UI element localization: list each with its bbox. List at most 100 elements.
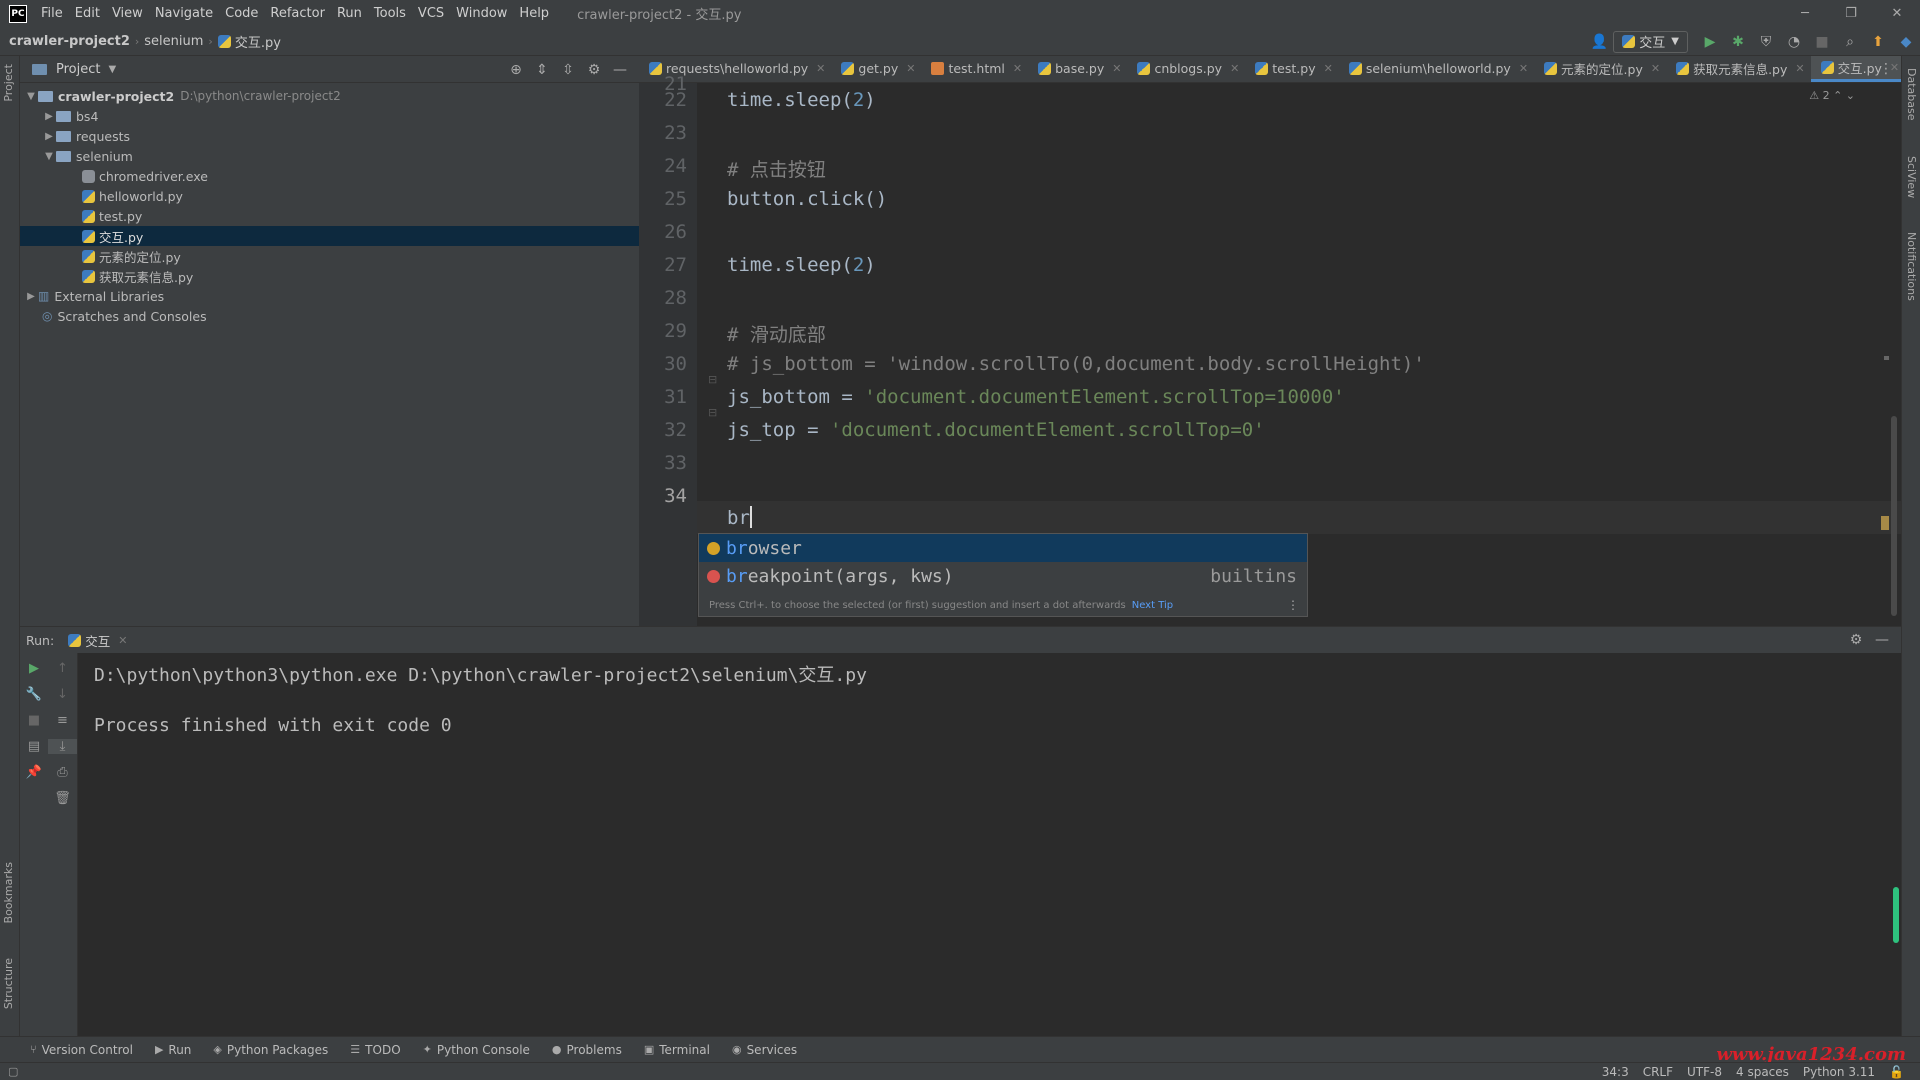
python-console-button[interactable]: ✦ Python Console [423,1043,530,1057]
stop-icon[interactable]: ■ [1810,30,1834,54]
python-packages-button[interactable]: ◈ Python Packages [213,1043,328,1057]
breadcrumb-folder[interactable]: selenium [144,34,203,49]
fold-icon[interactable]: ⊟ [708,406,717,419]
structure-tool-button[interactable]: Structure [2,958,15,1009]
menu-code[interactable]: Code [219,0,264,27]
run-config-selector[interactable]: 交互 ▼ [1613,30,1688,53]
hide-panel-icon[interactable]: — [1869,632,1895,648]
code-line-34[interactable]: br [727,506,752,529]
profile-icon[interactable]: ◔ [1782,30,1806,54]
more-icon[interactable]: ⋮ [1287,598,1299,612]
problems-button[interactable]: ● Problems [552,1043,622,1057]
run-tab[interactable]: 交互 ✕ [68,631,127,650]
more-tabs-icon[interactable]: ⋮ [1879,61,1893,77]
tree-item-bs4[interactable]: ▶ bs4 [20,106,639,126]
wrench-icon[interactable]: 🔧 [20,687,48,702]
update-icon[interactable]: ⬆ [1866,30,1890,54]
chevron-down-icon[interactable]: ▼ [108,64,116,75]
tree-item-project-root[interactable]: ▼ crawler-project2 D:\python\crawler-pro… [20,86,639,106]
tab-selenium-helloworld[interactable]: selenium\helloworld.py ✕ [1339,56,1534,82]
tab-element-info[interactable]: 获取元素信息.py ✕ [1666,56,1811,82]
code-line-27[interactable]: time.sleep(2) [727,254,876,276]
code-line-25[interactable]: button.click() [727,188,887,210]
menu-view[interactable]: View [106,0,149,27]
caret-position[interactable]: 34:3 [1602,1065,1629,1079]
locate-file-icon[interactable]: ⊕ [503,62,529,78]
pin-icon[interactable]: 📌 [20,765,48,780]
version-control-button[interactable]: ⑂ Version Control [30,1043,133,1057]
database-tool-button[interactable]: Database [1905,68,1918,121]
debug-icon[interactable]: ✱ [1726,30,1750,54]
sciview-tool-button[interactable]: SciView [1905,156,1918,198]
search-icon[interactable]: ⌕ [1838,30,1862,54]
print-icon[interactable]: ⎙ [48,765,77,780]
chevron-up-icon[interactable]: ⌃ [1833,89,1842,102]
close-icon[interactable]: ✕ [1519,62,1528,75]
close-icon[interactable]: ✕ [906,62,915,75]
tab-test[interactable]: test.py ✕ [1245,56,1339,82]
menu-vcs[interactable]: VCS [412,0,450,27]
tab-get[interactable]: get.py ✕ [831,56,921,82]
close-icon[interactable]: ✕ [816,62,825,75]
menu-refactor[interactable]: Refactor [264,0,331,27]
tree-item-requests[interactable]: ▶ requests [20,126,639,146]
close-icon[interactable]: ✕ [1651,62,1660,75]
trash-icon[interactable]: 🗑 [48,791,77,806]
python-interpreter[interactable]: Python 3.11 [1803,1065,1875,1079]
close-icon[interactable]: ✕ [118,634,127,647]
tree-item-chromedriver[interactable]: chromedriver.exe [20,166,639,186]
code-line-32[interactable]: js_top = 'document.documentElement.scrol… [727,419,1265,441]
bookmarks-tool-button[interactable]: Bookmarks [2,862,15,923]
menu-window[interactable]: Window [450,0,513,27]
services-button[interactable]: ◉ Services [732,1043,797,1057]
minimize-icon[interactable]: ─ [1782,0,1828,27]
memory-indicator[interactable] [1893,887,1899,943]
code-line-29[interactable]: # 滑动底部 [727,320,826,347]
code-line-30[interactable]: # js_bottom = 'window.scrollTo(0,documen… [727,353,1425,375]
coverage-icon[interactable]: ⛨ [1754,30,1778,54]
menu-edit[interactable]: Edit [69,0,106,27]
tree-item-selenium[interactable]: ▼ selenium [20,146,639,166]
tree-item-element-info[interactable]: 获取元素信息.py [20,266,639,286]
close-icon[interactable]: ✕ [1013,62,1022,75]
hide-panel-icon[interactable]: — [607,62,633,78]
gear-icon[interactable]: ⚙ [581,62,607,78]
editor-scrollbar[interactable] [1891,416,1897,616]
run-tool-button[interactable]: ▶ Run [155,1043,191,1057]
tab-cnblogs[interactable]: cnblogs.py ✕ [1127,56,1245,82]
menu-tools[interactable]: Tools [368,0,412,27]
stop-icon[interactable]: ■ [20,713,48,728]
notifications-tool-button[interactable]: Notifications [1905,232,1918,301]
close-icon[interactable]: ✕ [1324,62,1333,75]
line-separator[interactable]: CRLF [1643,1065,1673,1079]
run-icon[interactable]: ▶ [1698,30,1722,54]
close-icon[interactable]: ✕ [1874,0,1920,27]
suggestion-browser[interactable]: br owser [699,534,1307,562]
tab-element-locate[interactable]: 元素的定位.py ✕ [1534,56,1666,82]
menu-navigate[interactable]: Navigate [149,0,219,27]
code-line-24[interactable]: # 点击按钮 [727,155,826,182]
error-stripe-marker[interactable] [1881,516,1889,530]
tree-item-element-locate[interactable]: 元素的定位.py [20,246,639,266]
jetbrains-icon[interactable]: ◆ [1894,30,1918,54]
code-line-22[interactable]: time.sleep(2) [727,89,876,111]
chevron-down-icon[interactable]: ⌄ [1846,89,1855,102]
next-tip-link[interactable]: Next Tip [1132,600,1173,611]
project-panel-title[interactable]: Project [56,62,100,77]
suggestion-breakpoint[interactable]: br eakpoint(args, kws) builtins [699,562,1307,590]
tree-item-external-libraries[interactable]: ▶ ▥ External Libraries [20,286,639,306]
project-tool-button[interactable]: Project [2,64,15,102]
tab-test-html[interactable]: test.html ✕ [921,56,1028,82]
tree-item-test[interactable]: test.py [20,206,639,226]
breadcrumb-file[interactable]: 交互.py [235,32,281,51]
close-icon[interactable]: ✕ [1795,62,1804,75]
code-line-31[interactable]: js_bottom = 'document.documentElement.sc… [727,386,1345,408]
soft-wrap-icon[interactable]: ≡ [48,713,77,728]
tree-item-jiaohu[interactable]: 交互.py [20,226,639,246]
indent-setting[interactable]: 4 spaces [1736,1065,1789,1079]
layout-icon[interactable]: ▤ [20,739,48,754]
tree-item-helloworld[interactable]: helloworld.py [20,186,639,206]
lock-icon[interactable]: 🔓 [1889,1065,1904,1079]
account-icon[interactable]: 👤 [1587,30,1611,54]
todo-button[interactable]: ☰ TODO [350,1043,400,1057]
